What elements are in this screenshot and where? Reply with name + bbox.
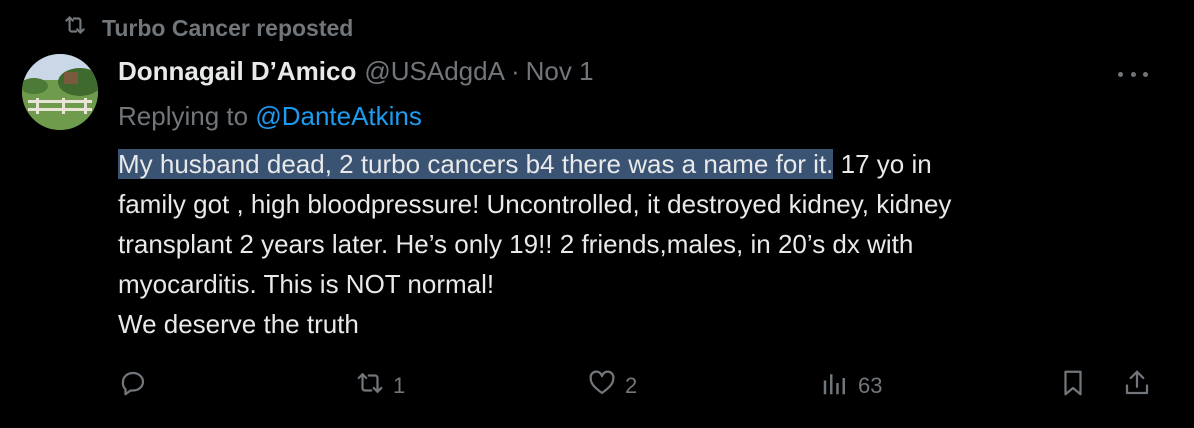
repost-button[interactable]: 1 <box>355 366 405 406</box>
reply-icon <box>118 368 148 404</box>
separator-dot: · <box>510 56 520 86</box>
more-options-icon[interactable] <box>1118 62 1148 86</box>
tweet-line-4: myocarditis. This is NOT normal! <box>118 269 495 299</box>
avatar[interactable] <box>22 54 98 130</box>
tweet-line-3: transplant 2 years later. He’s only 19!!… <box>118 229 914 259</box>
author-name[interactable]: Donnagail D’Amico <box>118 56 356 87</box>
replying-prefix: Replying to <box>118 101 256 131</box>
like-button[interactable]: 2 <box>587 366 637 406</box>
views-count: 63 <box>858 373 883 398</box>
heart-icon <box>587 368 617 404</box>
repost-icon <box>62 12 88 44</box>
bookmark-button[interactable] <box>1058 366 1088 406</box>
repost-icon <box>355 368 385 404</box>
bookmark-icon <box>1058 368 1088 404</box>
repost-context: Turbo Cancer reposted <box>62 12 353 44</box>
selected-text: My husband dead, 2 turbo cancers b4 ther… <box>118 149 834 179</box>
tweet-line-1: My husband dead, 2 turbo cancers b4 ther… <box>118 144 1158 184</box>
tweet-line-5: We deserve the truth <box>118 309 359 339</box>
mention-link[interactable]: @DanteAtkins <box>255 101 422 131</box>
tweet-date[interactable]: Nov 1 <box>526 56 594 87</box>
tweet-line-2: family got , high bloodpressure! Uncontr… <box>118 189 952 219</box>
tweet-header: Donnagail D’Amico @USAdgdA · Nov 1 <box>118 56 594 87</box>
reply-button[interactable] <box>118 366 156 406</box>
like-count: 2 <box>625 373 638 398</box>
action-bar: 1 2 63 <box>0 366 1194 406</box>
views-icon <box>820 368 850 404</box>
author-handle[interactable]: @USAdgdA <box>364 56 505 87</box>
tweet-text: My husband dead, 2 turbo cancers b4 ther… <box>118 144 1158 344</box>
share-icon <box>1122 368 1152 404</box>
views-button[interactable]: 63 <box>820 366 882 406</box>
repost-label[interactable]: Turbo Cancer reposted <box>102 15 353 42</box>
tweet-line-1-rest: 17 yo in <box>833 149 932 179</box>
share-button[interactable] <box>1122 366 1152 406</box>
repost-count: 1 <box>393 373 406 398</box>
replying-to: Replying to @DanteAtkins <box>118 101 422 132</box>
